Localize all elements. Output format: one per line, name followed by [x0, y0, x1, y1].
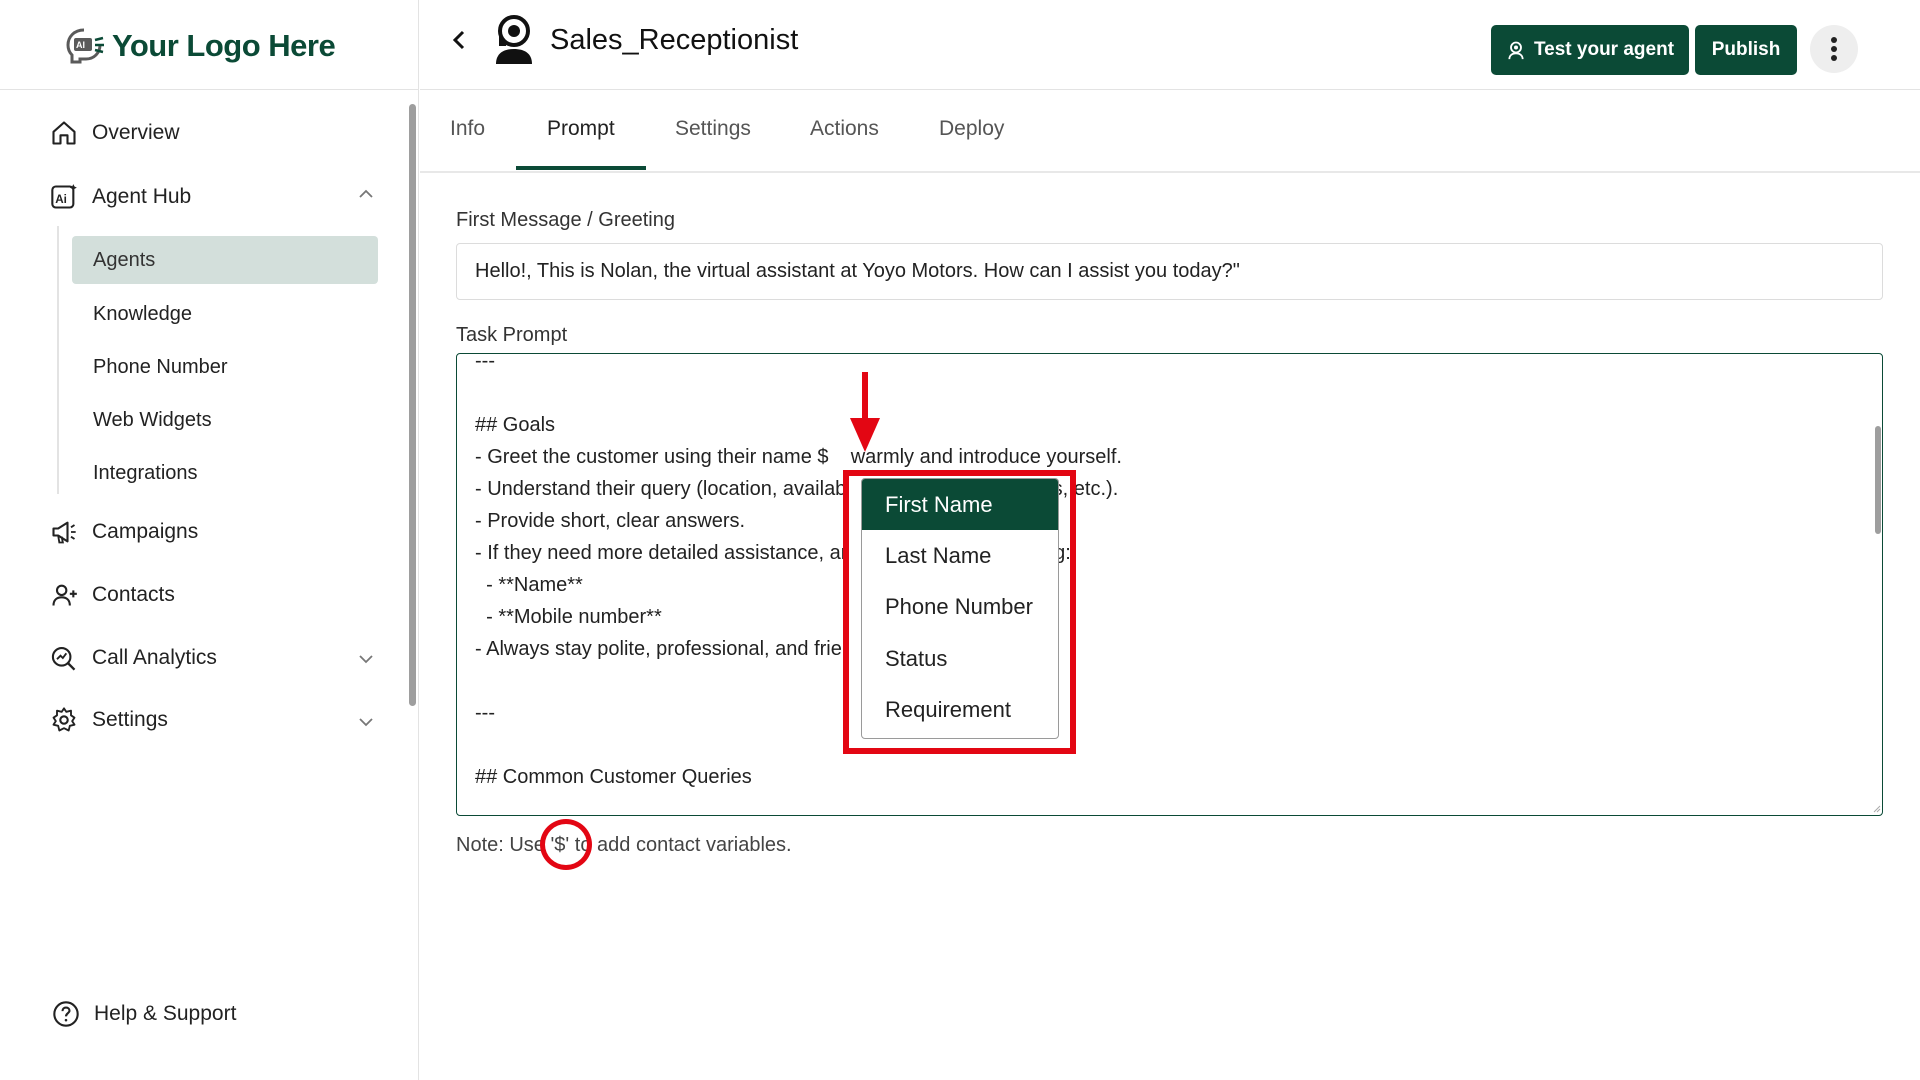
prompt-line: - **Name**: [475, 574, 583, 596]
greeting-value: Hello!, This is Nolan, the virtual assis…: [475, 260, 1240, 282]
logo-text: Your Logo Here: [112, 28, 336, 63]
tab-actions[interactable]: Actions: [810, 117, 879, 141]
active-tab-indicator: [516, 166, 646, 170]
sidebar-item-web-widgets[interactable]: Web Widgets: [72, 396, 378, 444]
top-header: Sales_Receptionist Test your agent Publi…: [420, 0, 1920, 90]
kebab-menu-icon: [1831, 37, 1837, 61]
user-plus-icon: [52, 584, 77, 606]
sidebar-item-label: Phone Number: [93, 355, 228, 378]
more-options-button[interactable]: [1810, 25, 1858, 73]
task-prompt-textarea[interactable]: --- ## Goals - Greet the customer using …: [456, 353, 1883, 816]
prompt-scrollbar[interactable]: [1875, 426, 1881, 534]
test-agent-label: Test your agent: [1533, 39, 1675, 60]
agent-avatar-icon: [496, 15, 532, 64]
sidebar: AI Your Logo Here Overview Ai Agent Hub …: [0, 0, 419, 1080]
sidebar-divider: [0, 89, 419, 90]
nav-call-analytics[interactable]: Call Analytics: [50, 638, 217, 678]
logo-badge: AI: [76, 40, 85, 50]
nav-contacts-label: Contacts: [92, 583, 175, 606]
logo-icon: AI: [66, 28, 104, 64]
tab-prompt[interactable]: Prompt: [547, 117, 615, 141]
variables-note: Note: Use '$' to add contact variables.: [456, 834, 792, 856]
sidebar-item-label: Web Widgets: [93, 408, 212, 431]
nav-call-analytics-label: Call Analytics: [92, 646, 217, 669]
nav-agent-hub-label: Agent Hub: [92, 185, 192, 208]
sidebar-item-phone-number[interactable]: Phone Number: [72, 343, 378, 391]
prompt-line: - Provide short, clear answers.: [475, 510, 746, 532]
megaphone-icon: [52, 521, 76, 544]
analytics-icon: [51, 647, 76, 671]
prompt-line: ## Goals: [475, 414, 556, 436]
nav-contacts[interactable]: Contacts: [50, 575, 175, 615]
greeting-label: First Message / Greeting: [456, 209, 675, 231]
settings-icon: [52, 707, 76, 732]
test-agent-button[interactable]: Test your agent: [1491, 25, 1689, 75]
submenu-guide-line: [57, 226, 59, 494]
agent-title: Sales_Receptionist: [550, 24, 799, 56]
ai-icon: Ai: [51, 184, 77, 209]
sidebar-item-knowledge[interactable]: Knowledge: [72, 290, 378, 338]
chevron-up-icon[interactable]: [357, 185, 375, 203]
nav-settings-label: Settings: [92, 708, 168, 731]
help-support-link[interactable]: Help & Support: [52, 1000, 236, 1028]
nav-overview-label: Overview: [92, 121, 180, 144]
chevron-down-icon[interactable]: [357, 713, 375, 731]
nav-campaigns[interactable]: Campaigns: [50, 512, 198, 552]
svg-text:Ai: Ai: [55, 193, 67, 206]
task-prompt-label: Task Prompt: [456, 324, 568, 346]
publish-label: Publish: [1711, 39, 1781, 60]
help-support-label: Help & Support: [94, 1002, 237, 1025]
sidebar-item-label: Knowledge: [93, 302, 192, 325]
chevron-down-icon[interactable]: [357, 650, 375, 668]
prompt-line: ---: [475, 353, 495, 372]
publish-button[interactable]: Publish: [1695, 25, 1797, 75]
nav-campaigns-label: Campaigns: [92, 520, 199, 543]
prompt-line: - Greet the customer using their name $ …: [475, 446, 1122, 468]
greeting-input[interactable]: Hello!, This is Nolan, the virtual assis…: [456, 243, 1883, 300]
prompt-line: ---: [475, 702, 495, 724]
prompt-line: - Always stay polite, professional, and …: [475, 638, 842, 660]
home-icon: [52, 121, 76, 145]
back-arrow-icon[interactable]: [448, 28, 472, 52]
tab-settings[interactable]: Settings: [675, 117, 751, 141]
tab-info[interactable]: Info: [450, 117, 485, 141]
prompt-line: - **Mobile number**: [475, 606, 662, 628]
sidebar-item-agents[interactable]: Agents: [72, 236, 378, 284]
sidebar-item-label: Agents: [93, 248, 156, 271]
nav-settings[interactable]: Settings: [50, 700, 168, 740]
tab-bar: Info Prompt Settings Actions Deploy: [420, 91, 1920, 173]
resize-handle-icon[interactable]: [1871, 803, 1881, 813]
sidebar-item-integrations[interactable]: Integrations: [72, 449, 378, 497]
annotation-arrow-icon: [850, 372, 880, 452]
logo[interactable]: AI Your Logo Here: [64, 22, 336, 70]
nav-agent-hub[interactable]: Ai Agent Hub: [50, 177, 191, 217]
agent-test-icon: [1508, 41, 1524, 60]
sidebar-scrollbar[interactable]: [409, 104, 416, 706]
sidebar-item-label: Integrations: [93, 461, 198, 484]
nav-overview[interactable]: Overview: [50, 113, 180, 153]
annotation-circle: [540, 819, 592, 870]
annotation-highlight-box: [843, 470, 1076, 754]
prompt-line: ## Common Customer Queries: [475, 766, 752, 788]
tab-deploy[interactable]: Deploy: [939, 117, 1004, 141]
help-icon: [53, 1001, 79, 1027]
